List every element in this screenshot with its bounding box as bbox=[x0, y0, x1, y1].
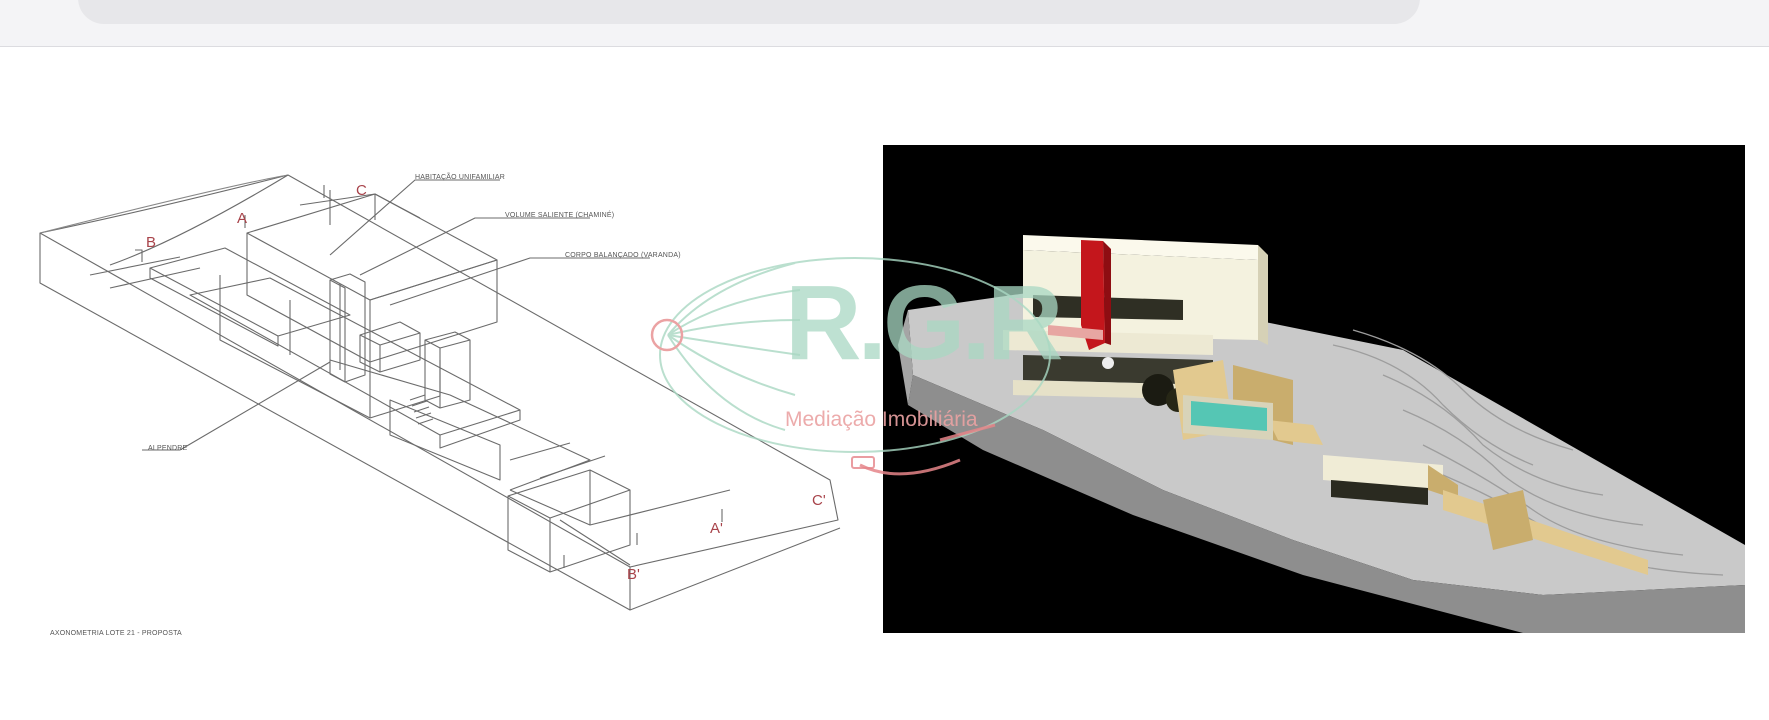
label-alpendre: ALPENDRE bbox=[148, 445, 188, 452]
address-bar[interactable] bbox=[78, 0, 1420, 24]
axonometric-drawing-svg bbox=[39, 174, 841, 611]
section-letter-a: A bbox=[237, 210, 248, 227]
label-volume-saliente: VOLUME SALIENTE (CHAMINÉ) bbox=[505, 212, 615, 219]
section-letter-b: B bbox=[146, 234, 157, 251]
drawing-caption: AXONOMETRIA LOTE 21 - PROPOSTA bbox=[50, 630, 182, 637]
section-letter-c-prime: C' bbox=[812, 492, 826, 509]
axonometric-drawing: HABITAÇÃO UNIFAMILIAR VOLUME SALIENTE (C… bbox=[30, 100, 850, 660]
label-habitacao: HABITAÇÃO UNIFAMILIAR bbox=[415, 174, 506, 181]
browser-top-bar bbox=[0, 0, 1769, 47]
label-corpo-balancado: CORPO BALANÇADO (VARANDA) bbox=[565, 252, 681, 259]
section-letter-b-prime: B' bbox=[627, 566, 640, 583]
render-image-svg bbox=[898, 235, 1745, 633]
section-letter-a-prime: A' bbox=[710, 520, 723, 537]
section-letter-c: C bbox=[356, 182, 367, 199]
render-image bbox=[883, 145, 1745, 633]
